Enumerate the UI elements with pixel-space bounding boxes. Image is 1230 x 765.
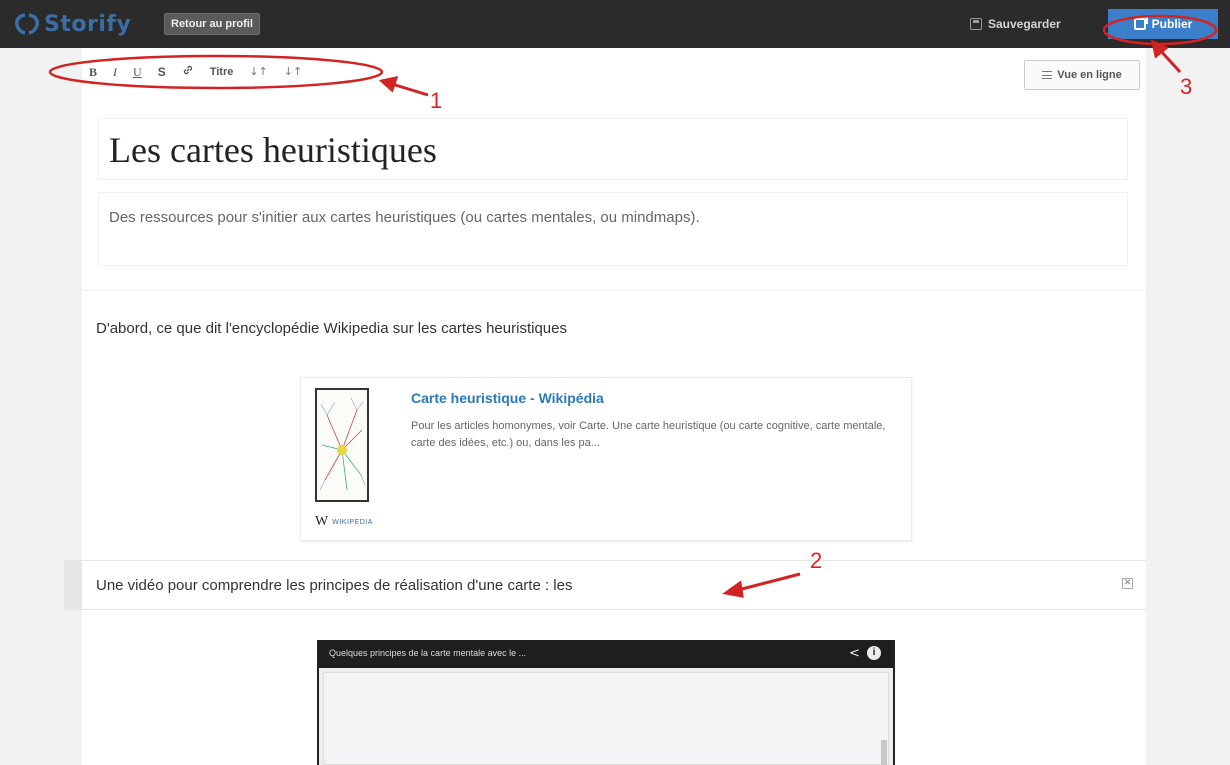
close-icon[interactable]: ✕ [1122,578,1133,589]
text-block-editing[interactable]: Une vidéo pour comprendre les principes … [64,560,1146,610]
title-field[interactable]: Les cartes heuristiques [98,118,1128,180]
bold-button[interactable]: B [82,61,104,81]
italic-button[interactable]: I [106,61,124,81]
publish-label: Publier [1151,17,1193,31]
strikethrough-button[interactable]: S [151,61,173,81]
wikipedia-w-icon: W [315,514,329,529]
left-margin [0,48,82,765]
video-player[interactable] [323,672,889,765]
info-icon[interactable]: i [867,646,881,660]
share-icon[interactable]: < [849,646,860,661]
underline-button[interactable]: U [126,61,149,81]
text-block[interactable]: D'abord, ce que dit l'encyclopédie Wikip… [96,320,567,337]
save-button[interactable]: Sauvegarder [970,12,1061,36]
scrollbar[interactable] [881,740,887,765]
mindmap-thumbnail [315,388,369,502]
storify-logo-icon [14,11,40,37]
publish-icon [1133,16,1148,30]
save-label: Sauvegarder [988,17,1061,31]
video-header: Quelques principes de la carte mentale a… [319,640,893,668]
sort-asc-button[interactable]: ↓↑ [277,61,309,81]
wikipedia-source-label: WIKIPEDIA [332,518,373,526]
inline-view-button[interactable]: Vue en ligne [1024,60,1140,90]
logo-text: Storify [44,11,132,37]
wikipedia-card-snippet: Pour les articles homonymes, voir Carte.… [411,420,886,449]
link-icon[interactable] [175,61,201,81]
back-to-profile-button[interactable]: Retour au profil [164,13,260,35]
inline-view-label: Vue en ligne [1057,69,1122,81]
sort-desc-button[interactable]: ↓↑ [242,61,274,81]
heading-button[interactable]: Titre [203,61,241,81]
drag-handle[interactable] [64,561,82,609]
list-icon [1042,71,1053,79]
storify-logo[interactable]: Storify [14,9,131,39]
story-description: Des ressources pour s'initier aux cartes… [109,209,700,226]
divider [82,290,1146,291]
annotation-label-2: 2 [810,548,823,573]
publish-button[interactable]: Publier [1108,9,1218,39]
video-title[interactable]: Quelques principes de la carte mentale a… [329,648,526,658]
formatting-toolbar: B I U S Titre ↓↑ ↓↑ [82,60,311,82]
wikipedia-logo: W WIKIPEDIA [315,514,373,530]
annotation-label-3: 3 [1180,74,1193,99]
wikipedia-embed-card[interactable]: W WIKIPEDIA Carte heuristique - Wikipédi… [300,377,912,541]
story-title: Les cartes heuristiques [109,130,437,170]
annotation-label-1: 1 [430,88,443,113]
video-embed[interactable]: Quelques principes de la carte mentale a… [317,640,895,765]
description-field[interactable]: Des ressources pour s'initier aux cartes… [98,192,1128,266]
top-bar: Storify Retour au profil Sauvegarder Pub… [0,0,1230,48]
caption-text[interactable]: Une vidéo pour comprendre les principes … [96,577,572,594]
save-icon [970,18,982,30]
right-margin [1146,48,1230,765]
wikipedia-card-title[interactable]: Carte heuristique - Wikipédia [411,390,604,406]
